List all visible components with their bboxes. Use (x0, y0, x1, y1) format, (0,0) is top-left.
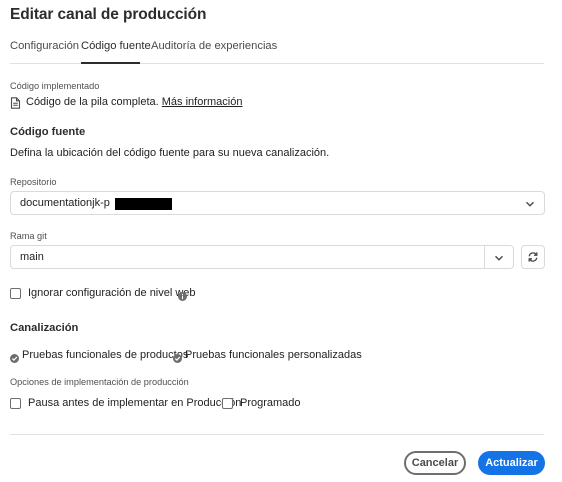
info-icon[interactable] (178, 288, 187, 301)
document-icon (10, 96, 21, 109)
git-branch-label: Rama git (10, 231, 47, 241)
dialog-title: Editar canal de producción (10, 6, 207, 23)
pause-before-deploy-label: Pausa antes de implementar en Producción (28, 397, 242, 409)
update-button[interactable]: Actualizar (478, 451, 545, 475)
chevron-down-icon (495, 255, 503, 261)
git-branch-value: main (20, 251, 44, 263)
deployed-code-description: Código de la pila completa. (26, 96, 159, 108)
repository-value: documentationjk-p (20, 197, 110, 209)
redacted-block (115, 198, 172, 210)
repository-select[interactable]: documentationjk-p (10, 191, 545, 215)
tab-codigo-fuente[interactable]: Código fuente (81, 40, 151, 52)
source-code-title: Código fuente (10, 126, 86, 138)
checkmark-circle-icon (173, 350, 182, 363)
deployed-code-text: Código de la pila completa. Más informac… (26, 96, 242, 108)
deployed-code-label: Código implementado (10, 81, 100, 91)
more-info-link[interactable]: Más información (162, 96, 243, 108)
active-tab-indicator (81, 62, 140, 64)
checkmark-circle-icon (10, 350, 19, 363)
refresh-icon (528, 252, 538, 262)
ignore-web-tier-label: Ignorar configuración de nivel web (28, 287, 196, 299)
select-divider (484, 246, 485, 268)
tab-configuracion[interactable]: Configuración (10, 40, 79, 52)
repository-label: Repositorio (10, 177, 57, 187)
refresh-button[interactable] (521, 245, 545, 269)
source-code-description: Defina la ubicación del código fuente pa… (10, 147, 330, 159)
pipeline-item-product-tests: Pruebas funcionales de productos (22, 349, 189, 361)
tab-auditoria-experiencias[interactable]: Auditoría de experiencias (151, 40, 277, 52)
footer-divider (10, 434, 544, 435)
chevron-down-icon (526, 201, 534, 207)
scheduled-label: Programado (240, 397, 301, 409)
ignore-web-tier-checkbox[interactable] (10, 288, 21, 299)
tab-bar: Configuración Código fuente Auditoría de… (10, 36, 544, 64)
pause-before-deploy-checkbox[interactable] (10, 398, 21, 409)
scheduled-checkbox[interactable] (222, 398, 233, 409)
pipeline-item-custom-tests: Pruebas funcionales personalizadas (185, 349, 362, 361)
pipeline-title: Canalización (10, 322, 79, 334)
cancel-button[interactable]: Cancelar (404, 451, 466, 475)
git-branch-select[interactable]: main (10, 245, 514, 269)
deployment-options-label: Opciones de implementación de producción (10, 377, 189, 387)
